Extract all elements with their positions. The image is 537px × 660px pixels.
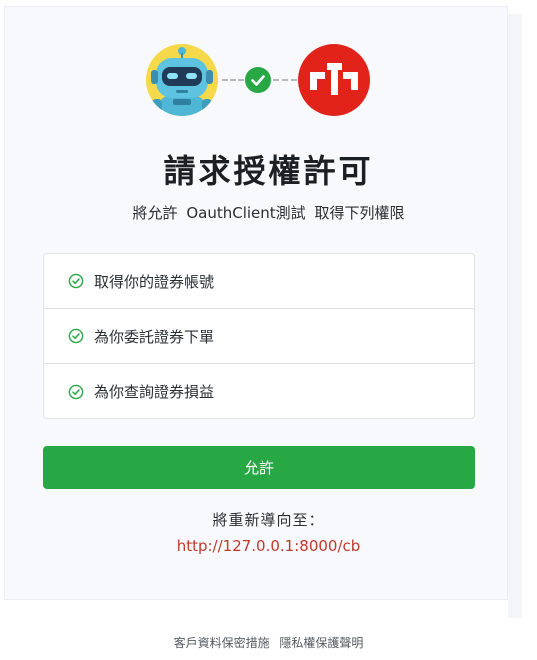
- connector-line-left: [222, 79, 244, 81]
- check-circle-icon: [68, 273, 84, 289]
- client-name: OauthClient測試: [186, 204, 306, 222]
- redirect-url-link[interactable]: http://127.0.0.1:8000/cb: [0, 537, 537, 555]
- permission-label: 為你委託證券下單: [94, 327, 215, 346]
- app-connection-header: [146, 44, 376, 118]
- check-icon: [245, 67, 271, 93]
- check-circle-icon: [68, 384, 84, 399]
- subtitle-prefix: 將允許: [132, 204, 178, 222]
- permission-label: 取得你的證券帳號: [94, 272, 215, 291]
- consent-description: 將允許 OauthClient測試 取得下列權限: [0, 202, 537, 223]
- check-circle-icon: [68, 328, 84, 344]
- permission-list: 取得你的證券帳號 為你委託證券下單 為你查詢證券損益: [43, 253, 475, 419]
- privacy-statement-link[interactable]: 隱私權保護聲明: [279, 636, 363, 650]
- permission-label: 為你查詢證券損益: [94, 383, 215, 401]
- robot-icon: [146, 44, 218, 116]
- permission-item: 為你查詢證券損益: [44, 364, 474, 419]
- page-title: 請求授權許可: [163, 152, 374, 190]
- subtitle-suffix: 取得下列權限: [314, 204, 405, 222]
- permission-item: 取得你的證券帳號: [44, 254, 474, 309]
- brand-logo-icon: [298, 44, 370, 116]
- permission-item: 為你委託證券下單: [44, 309, 474, 364]
- footer-links: 客戶資料保密措施 隱私權保護聲明: [0, 634, 537, 651]
- connector-line-right: [273, 79, 297, 81]
- privacy-measures-link[interactable]: 客戶資料保密措施: [174, 636, 270, 650]
- redirect-label: 將重新導向至：: [212, 511, 325, 529]
- allow-button[interactable]: 允許: [43, 446, 475, 489]
